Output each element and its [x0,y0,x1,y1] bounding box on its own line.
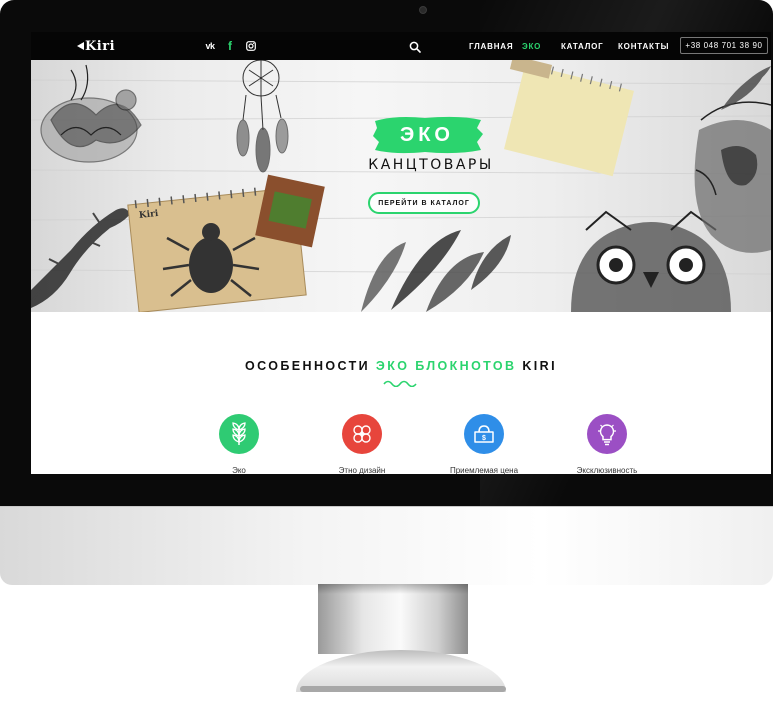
feature-exclusivity-label: Эксклюзивность [576,466,638,474]
wooden-notebook [127,174,325,312]
floral-ornament [40,64,142,163]
monitor-stand-neck [318,584,468,654]
features-heading: Особенности эко блокнотов Kiri [31,359,771,373]
hero-badge-text: Эко [400,123,454,146]
vk-icon[interactable]: vk [203,39,217,53]
wheat-icon [232,422,246,445]
website-screen: Kiri vk f Главная Эко Каталог Контакты +… [31,32,771,474]
hero-banner: Kiri ЭКО КАНЦТОВАРЫ ПЕРЕЙТИ В КАТАЛОГ [31,60,771,312]
notebook-brand: Kiri [138,209,159,221]
search-icon[interactable] [409,40,421,53]
svg-text:$: $ [482,435,486,442]
features-heading-pre: Особенности [245,359,376,373]
features-heading-accent: эко блокнотов [375,359,517,373]
hero-illustration: Kiri [31,60,771,312]
feature-price-circle: $ [464,414,504,454]
go-to-catalog-button[interactable]: Перейти в каталог [368,192,480,214]
monitor-chin [0,506,773,585]
logo-text: Kiri [85,38,116,54]
feature-exclusivity-circle [587,414,627,454]
yellow-notebook [504,60,634,177]
top-navigation: Kiri vk f Главная Эко Каталог Контакты +… [31,32,771,60]
instagram-icon[interactable] [244,39,258,53]
menu-item-contacts[interactable]: Контакты [618,32,669,60]
facebook-icon[interactable]: f [223,39,237,53]
feature-eco-circle [219,414,259,454]
menu-item-home[interactable]: Главная [469,32,513,60]
stand-shadow [318,584,468,594]
feature-price-label: Приемлемая цена [449,466,519,474]
wallet-icon: $ [474,425,494,443]
stand-base [300,686,506,692]
instagram-glyph [246,41,256,51]
vk-glyph: vk [205,41,215,51]
lightbulb-icon [598,424,616,446]
lizard-illustration [31,208,130,308]
phone-number[interactable]: +38 048 701 38 90 [680,37,768,54]
hero-subtitle: канцтовары [368,157,494,173]
logo-arrow-icon [77,42,84,50]
feathers-illustration [361,230,511,312]
ethno-pattern-icon [353,425,371,443]
feature-ethno-label: Этно дизайн [338,466,386,474]
wave-divider-icon [383,380,417,387]
facebook-glyph: f [228,39,232,53]
dreamcatcher [236,60,289,173]
features-heading-post: Kiri [516,359,557,373]
feature-ethno-circle [342,414,382,454]
menu-item-eco[interactable]: Эко [522,32,541,60]
menu-item-catalog[interactable]: Каталог [561,32,604,60]
lion-illustration [694,101,771,253]
kiri-logo[interactable]: Kiri [77,37,115,55]
webcam [419,6,427,14]
feature-eco-label: Эко [232,466,246,474]
